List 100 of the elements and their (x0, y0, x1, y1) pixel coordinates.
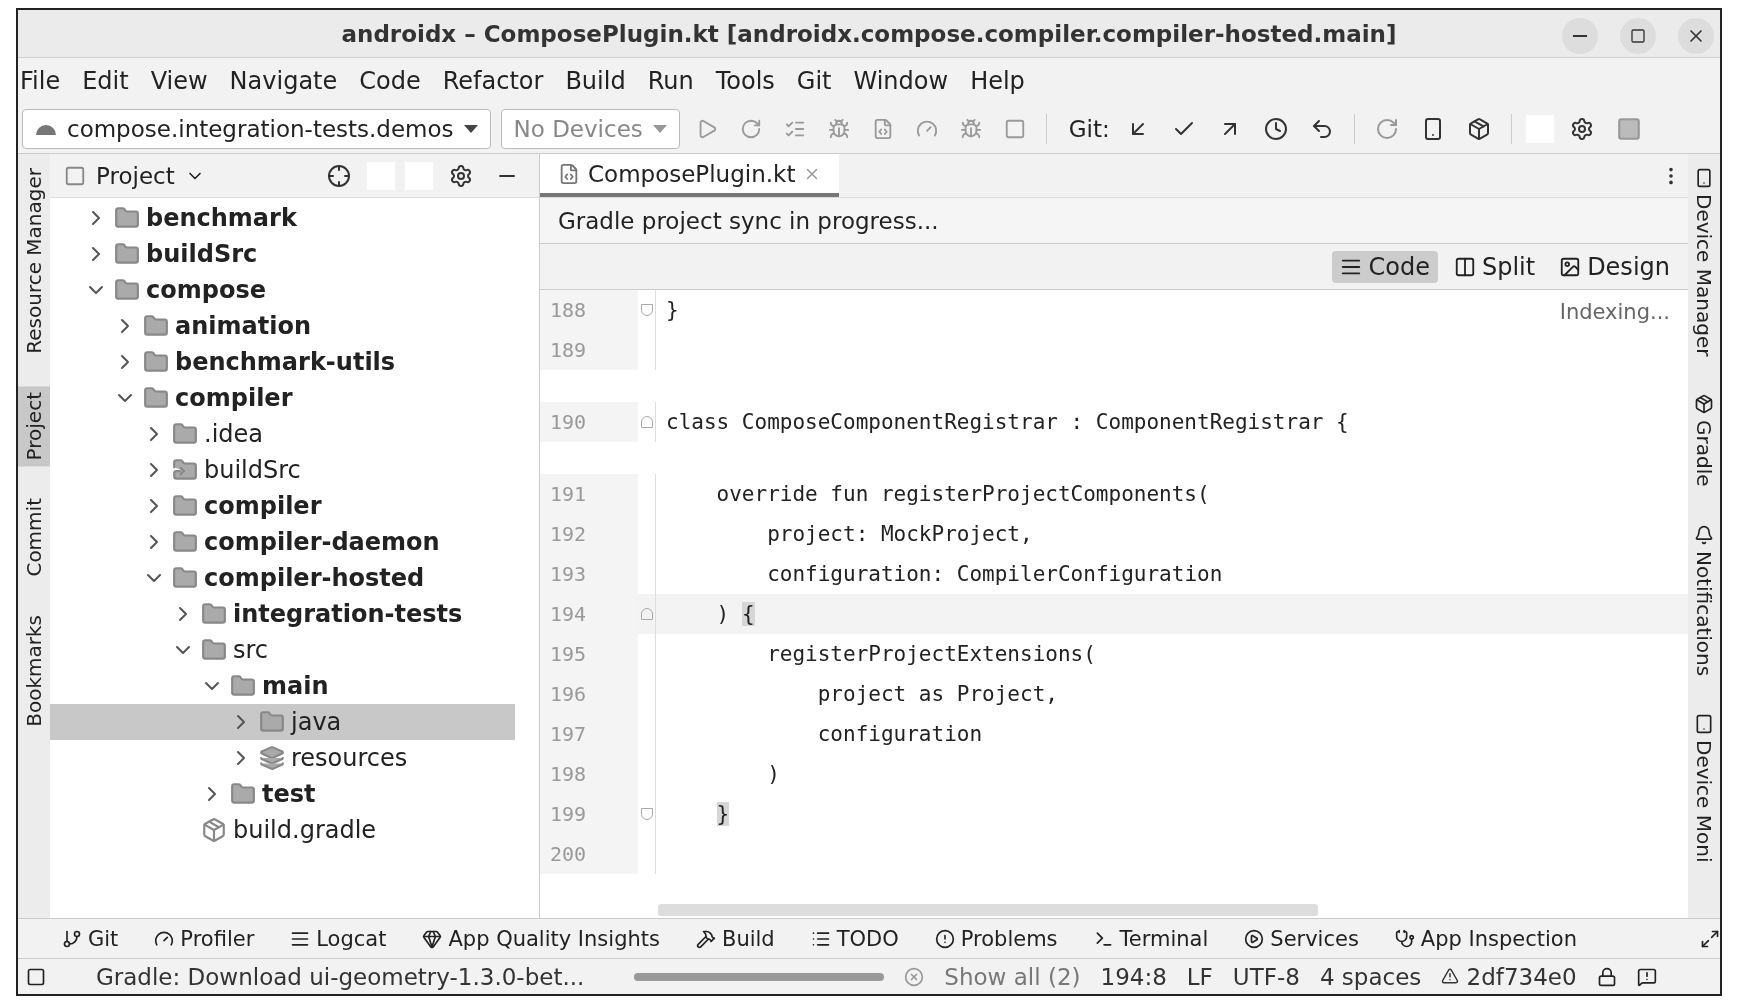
line-number: 197 (540, 714, 638, 754)
menu-item[interactable]: Run (647, 67, 694, 95)
package-icon[interactable] (1466, 116, 1491, 141)
side-tab[interactable]: Bookmarks (18, 608, 50, 733)
indent-setting[interactable]: 4 spaces (1319, 963, 1422, 990)
code-line: configuration (816, 722, 983, 746)
line-number: 190 (540, 402, 638, 442)
tool-window-button[interactable]: Git (62, 926, 119, 951)
tool-window-button[interactable]: Build (695, 926, 775, 951)
settings-icon[interactable] (449, 163, 473, 188)
tool-window-button[interactable]: Profiler (154, 926, 255, 951)
code-line: } (665, 298, 679, 322)
clock-icon[interactable] (1263, 116, 1288, 141)
bug-icon[interactable] (959, 117, 982, 140)
side-tab[interactable]: Project (18, 385, 50, 467)
line-number: 192 (540, 514, 638, 554)
tree-item[interactable]: buildSrc (50, 452, 515, 488)
line-number: 193 (540, 554, 638, 594)
indexing-status: Indexing... (1559, 300, 1670, 324)
avatar-icon[interactable] (1615, 115, 1642, 142)
tree-item[interactable]: compiler-hosted (50, 560, 515, 596)
menu-item[interactable]: Code (359, 67, 421, 95)
encoding[interactable]: UTF-8 (1232, 963, 1300, 990)
minimize-button[interactable] (1562, 18, 1598, 54)
sync-banner: Gradle project sync in progress... (540, 198, 1688, 244)
tree-item[interactable]: compiler-daemon (50, 524, 515, 560)
side-tab[interactable]: Notifications (1688, 518, 1720, 683)
side-tab[interactable]: Resource Manager (18, 162, 50, 360)
tree-item[interactable]: benchmark-utils (50, 344, 515, 380)
vcs-branch[interactable]: 2df734e0 (1441, 963, 1577, 990)
maximize-button[interactable] (1620, 18, 1656, 54)
tree-item[interactable]: compiler (50, 380, 515, 416)
view-mode-button[interactable]: Code (1332, 250, 1438, 283)
run-config-dropdown[interactable]: compose.integration-tests.demos (22, 108, 491, 149)
tool-window-button[interactable]: Terminal (1093, 926, 1209, 951)
side-tab[interactable]: Commit (18, 492, 50, 583)
tree-item[interactable]: main (50, 668, 515, 704)
side-tab[interactable]: Gradle (1688, 388, 1720, 493)
tree-item[interactable]: integration-tests (50, 596, 515, 632)
stop-icon[interactable] (1003, 117, 1026, 140)
line-ending[interactable]: LF (1186, 963, 1213, 990)
file-icon (558, 162, 580, 185)
caret-icon (652, 124, 667, 133)
view-mode-button[interactable]: Design (1551, 250, 1678, 283)
device-dropdown[interactable]: No Devices (500, 108, 680, 149)
tree-item[interactable]: benchmark (50, 200, 515, 236)
warning-icon (1441, 966, 1460, 985)
inspect-icon (1394, 928, 1415, 949)
code-line: override fun registerProjectComponents( (715, 482, 1210, 506)
close-button[interactable] (1678, 18, 1714, 54)
line-number: 191 (540, 474, 638, 514)
tree-item[interactable]: .idea (50, 416, 515, 452)
gem-icon (422, 928, 443, 949)
tree-item[interactable]: build.gradle (50, 812, 515, 848)
tree-item[interactable]: test (50, 776, 515, 812)
line-number: 189 (540, 330, 638, 370)
code-line: ) { (715, 602, 755, 626)
caret-icon (463, 124, 478, 133)
tree-item[interactable]: compiler (50, 488, 515, 524)
side-tab[interactable]: Device Moni (1688, 708, 1720, 869)
message-icon (1636, 966, 1657, 987)
side-tab[interactable]: Device Manager (1688, 162, 1720, 363)
tool-window-button[interactable]: TODO (810, 926, 899, 951)
tree-item[interactable]: java (50, 704, 515, 740)
crosshair-icon[interactable] (327, 163, 351, 188)
tree-item[interactable]: resources (50, 740, 515, 776)
tool-window-button[interactable]: Problems (934, 926, 1058, 951)
sync-icon[interactable] (1374, 116, 1399, 141)
scrollbar[interactable] (658, 904, 1318, 916)
menu-item[interactable]: Help (970, 67, 1025, 95)
menu-item[interactable]: Window (853, 67, 949, 95)
menu-item[interactable]: Git (796, 67, 832, 95)
menu-item[interactable]: Edit (82, 67, 129, 95)
view-mode-button[interactable]: Split (1445, 250, 1544, 283)
tool-window-button[interactable]: Logcat (290, 926, 387, 951)
tree-item[interactable]: buildSrc (50, 236, 515, 272)
menu-item[interactable]: Tools (715, 67, 775, 95)
bug-icon[interactable] (827, 117, 850, 140)
tool-window-button[interactable]: App Quality Insights (422, 926, 660, 951)
code-line: project as Project, (816, 682, 1058, 706)
menu-item[interactable]: Build (565, 67, 626, 95)
menu-item[interactable]: View (150, 67, 208, 95)
show-all-link[interactable]: Show all (2) (944, 963, 1081, 990)
tool-window-button[interactable]: Services (1244, 926, 1359, 951)
settings-icon[interactable] (1569, 116, 1594, 141)
line-number: 188 (540, 290, 638, 330)
rerun-icon[interactable] (739, 117, 762, 140)
line-number: 198 (540, 754, 638, 794)
tree-item[interactable]: src (50, 632, 515, 668)
menu-item[interactable]: Navigate (229, 67, 338, 95)
menu-item[interactable]: Refactor (442, 67, 544, 95)
caret-position[interactable]: 194:8 (1100, 963, 1167, 990)
tree-item[interactable]: compose (50, 272, 515, 308)
code-line: configuration: CompilerConfiguration (766, 562, 1223, 586)
menu-item[interactable]: File (20, 67, 61, 95)
tree-item[interactable]: animation (50, 308, 515, 344)
maximize-icon (1630, 28, 1646, 44)
tool-window-button[interactable]: App Inspection (1394, 926, 1578, 951)
background-task[interactable]: Gradle: Download ui-geometry-1.3.0-bet... (96, 963, 585, 990)
file-tab[interactable]: ComposePlugin.kt (540, 154, 840, 197)
